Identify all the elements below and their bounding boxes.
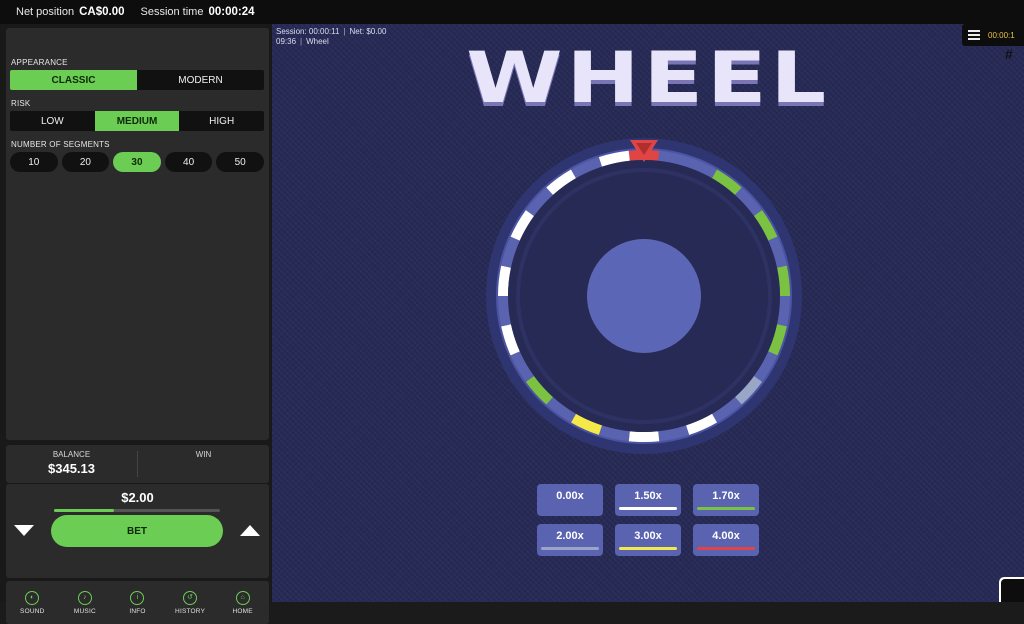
multiplier-2-color	[697, 507, 755, 510]
multiplier-1: 1.50x	[615, 484, 681, 516]
hash-icon: #	[1005, 46, 1013, 62]
game-title: WHEEL	[466, 37, 830, 119]
session-time: Session time 00:00:24	[140, 6, 254, 18]
risk-option-high[interactable]: HIGH	[179, 111, 264, 131]
bet-button[interactable]: BET	[51, 515, 223, 547]
wheel-segment-15	[628, 431, 660, 443]
segments-option-40[interactable]: 40	[164, 152, 213, 172]
nav-home[interactable]: ⌂ HOME	[216, 581, 269, 624]
multiplier-0-color	[541, 507, 599, 510]
segments-option-20[interactable]: 20	[61, 152, 110, 172]
session-duration: Session: 00:00:11	[276, 27, 340, 36]
increase-bet-icon[interactable]	[240, 525, 260, 536]
appearance-option-modern[interactable]: MODERN	[137, 70, 264, 90]
multiplier-1-color	[619, 507, 677, 510]
multiplier-3-value: 2.00x	[556, 530, 584, 542]
info-icon: i	[130, 590, 145, 605]
multiplier-4: 3.00x	[615, 524, 681, 556]
hud-clock: 00:00:1	[988, 30, 1015, 40]
balance-value: $345.13	[48, 461, 95, 476]
nav-history-label: HISTORY	[175, 607, 206, 615]
risk-option-medium[interactable]: MEDIUM	[94, 111, 180, 131]
risk-option-low[interactable]: LOW	[10, 111, 95, 131]
multiplier-2: 1.70x	[693, 484, 759, 516]
wheel-graphic	[486, 138, 802, 454]
win-column: WIN	[138, 445, 269, 483]
corner-widget[interactable]	[999, 577, 1024, 602]
top-status-bar: Net position CA$0.00 Session time 00:00:…	[0, 0, 1024, 24]
multiplier-2-value: 1.70x	[712, 490, 740, 502]
history-icon: ↺	[183, 590, 198, 605]
risk-toggle: LOW MEDIUM HIGH	[10, 111, 264, 131]
bet-panel: $2.00 BET	[6, 484, 269, 578]
nav-music[interactable]: ♪ MUSIC	[59, 581, 112, 624]
multiplier-legend: 0.00x 1.50x 1.70x 2.00x 3.00x 4.00x	[537, 484, 761, 556]
segments-label: NUMBER OF SEGMENTS	[11, 140, 110, 149]
sound-icon: ◐	[25, 590, 40, 605]
multiplier-5: 4.00x	[693, 524, 759, 556]
session-time-label: Session time	[140, 6, 204, 18]
balance-panel: BALANCE $345.13 WIN	[6, 445, 269, 483]
nav-sound[interactable]: ◐ SOUND	[6, 581, 59, 624]
multiplier-5-value: 4.00x	[712, 530, 740, 542]
bottom-nav: ◐ SOUND ♪ MUSIC i INFO ↺ HISTORY ⌂ HOME	[6, 581, 269, 624]
nav-home-label: HOME	[232, 607, 253, 615]
nav-history[interactable]: ↺ HISTORY	[164, 581, 217, 624]
net-position: Net position CA$0.00	[16, 6, 124, 18]
segments-option-50[interactable]: 50	[216, 152, 264, 172]
multiplier-0: 0.00x	[537, 484, 603, 516]
bet-amount: $2.00	[121, 490, 154, 505]
segments-option-10[interactable]: 10	[10, 152, 58, 172]
risk-label: RISK	[11, 99, 31, 108]
wheel-hub	[587, 239, 701, 353]
segments-selector: 10 20 30 40 50	[10, 152, 264, 172]
game-area: Session: 00:00:11 | Net: $0.00 09:36 | Wheel…	[272, 24, 1024, 602]
menu-icon[interactable]	[968, 28, 980, 42]
settings-panel: APPEARANCE CLASSIC MODERN RISK LOW MEDIU…	[6, 28, 269, 440]
win-label: WIN	[195, 450, 212, 459]
bet-slider[interactable]	[54, 509, 220, 512]
multiplier-4-color	[619, 547, 677, 550]
nav-info[interactable]: i INFO	[111, 581, 164, 624]
nav-info-label: INFO	[129, 607, 146, 615]
balance-label: BALANCE	[52, 450, 91, 459]
nav-music-label: MUSIC	[73, 607, 96, 615]
music-icon: ♪	[77, 590, 92, 605]
multiplier-3: 2.00x	[537, 524, 603, 556]
net-position-value: CA$0.00	[79, 6, 125, 18]
left-control-panel: APPEARANCE CLASSIC MODERN RISK LOW MEDIU…	[0, 24, 272, 624]
nav-sound-label: SOUND	[20, 607, 45, 615]
session-net: Net: $0.00	[349, 27, 387, 36]
decrease-bet-icon[interactable]	[14, 525, 34, 536]
multiplier-5-color	[697, 547, 755, 550]
appearance-toggle: CLASSIC MODERN	[10, 70, 264, 90]
multiplier-1-value: 1.50x	[634, 490, 662, 502]
segments-option-30[interactable]: 30	[113, 152, 161, 172]
multiplier-3-color	[541, 547, 599, 550]
hud-menu: 00:00:1	[962, 24, 1024, 46]
net-position-label: Net position	[16, 6, 75, 18]
balance-column: BALANCE $345.13	[6, 445, 137, 483]
home-icon: ⌂	[235, 590, 250, 605]
bet-slider-fill	[54, 509, 114, 512]
appearance-label: APPEARANCE	[11, 58, 68, 67]
appearance-option-classic[interactable]: CLASSIC	[10, 70, 137, 90]
session-time-value: 00:00:24	[208, 6, 255, 18]
multiplier-0-value: 0.00x	[556, 490, 584, 502]
wheel	[484, 136, 804, 456]
multiplier-4-value: 3.00x	[634, 530, 662, 542]
